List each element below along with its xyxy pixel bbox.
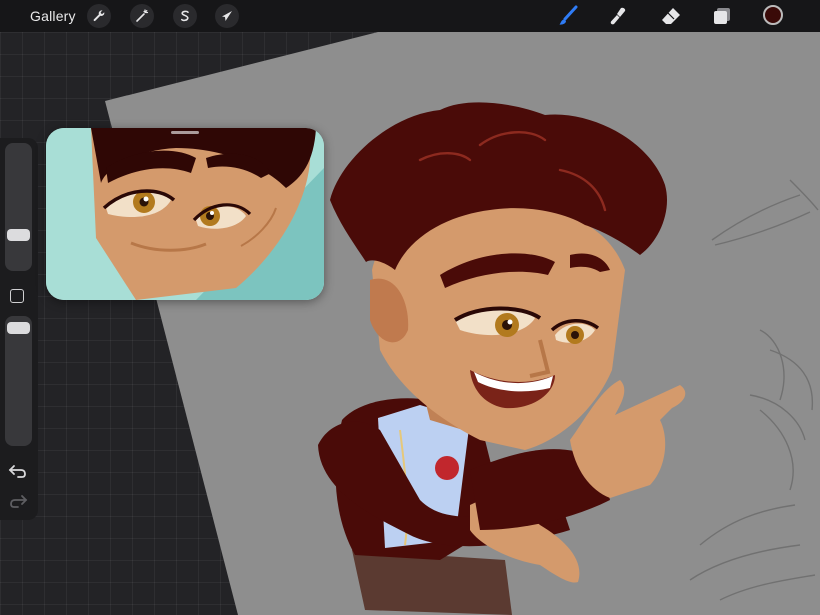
actions-button[interactable] <box>87 4 111 28</box>
brush-icon <box>559 5 578 25</box>
reference-image <box>46 128 324 300</box>
color-picker-button[interactable] <box>763 5 783 25</box>
adjustments-button[interactable] <box>130 4 154 28</box>
brush-tool-button[interactable] <box>556 4 580 28</box>
opacity-slider[interactable] <box>5 316 32 446</box>
eraser-icon <box>662 8 680 24</box>
left-sidebar <box>0 138 38 520</box>
canvas-viewport[interactable] <box>0 32 820 615</box>
redo-arrow-icon[interactable] <box>8 493 28 509</box>
brush-size-slider[interactable] <box>5 143 32 271</box>
smudge-tool-button[interactable] <box>607 4 631 28</box>
smudge-icon <box>610 7 626 25</box>
top-toolbar: Gallery <box>0 0 820 32</box>
selection-button[interactable] <box>173 4 197 28</box>
magic-wand-icon <box>136 9 149 22</box>
pants <box>352 550 512 615</box>
transform-arrow-icon <box>222 11 232 21</box>
gallery-button[interactable]: Gallery <box>30 8 76 24</box>
modify-button[interactable] <box>10 289 24 303</box>
transform-button[interactable] <box>215 4 239 28</box>
tie-knot <box>435 456 459 480</box>
wrench-icon <box>93 10 105 22</box>
reference-drag-handle[interactable] <box>171 131 199 134</box>
undo-arrow-icon[interactable] <box>8 463 28 479</box>
canvas-artwork[interactable] <box>0 32 820 615</box>
opacity-thumb[interactable] <box>7 322 30 334</box>
layers-button[interactable] <box>710 4 734 28</box>
reference-window[interactable] <box>46 128 324 300</box>
eraser-tool-button[interactable] <box>659 4 683 28</box>
brush-size-thumb[interactable] <box>7 229 30 241</box>
layers-icon <box>714 8 730 24</box>
selection-s-icon <box>181 10 189 22</box>
